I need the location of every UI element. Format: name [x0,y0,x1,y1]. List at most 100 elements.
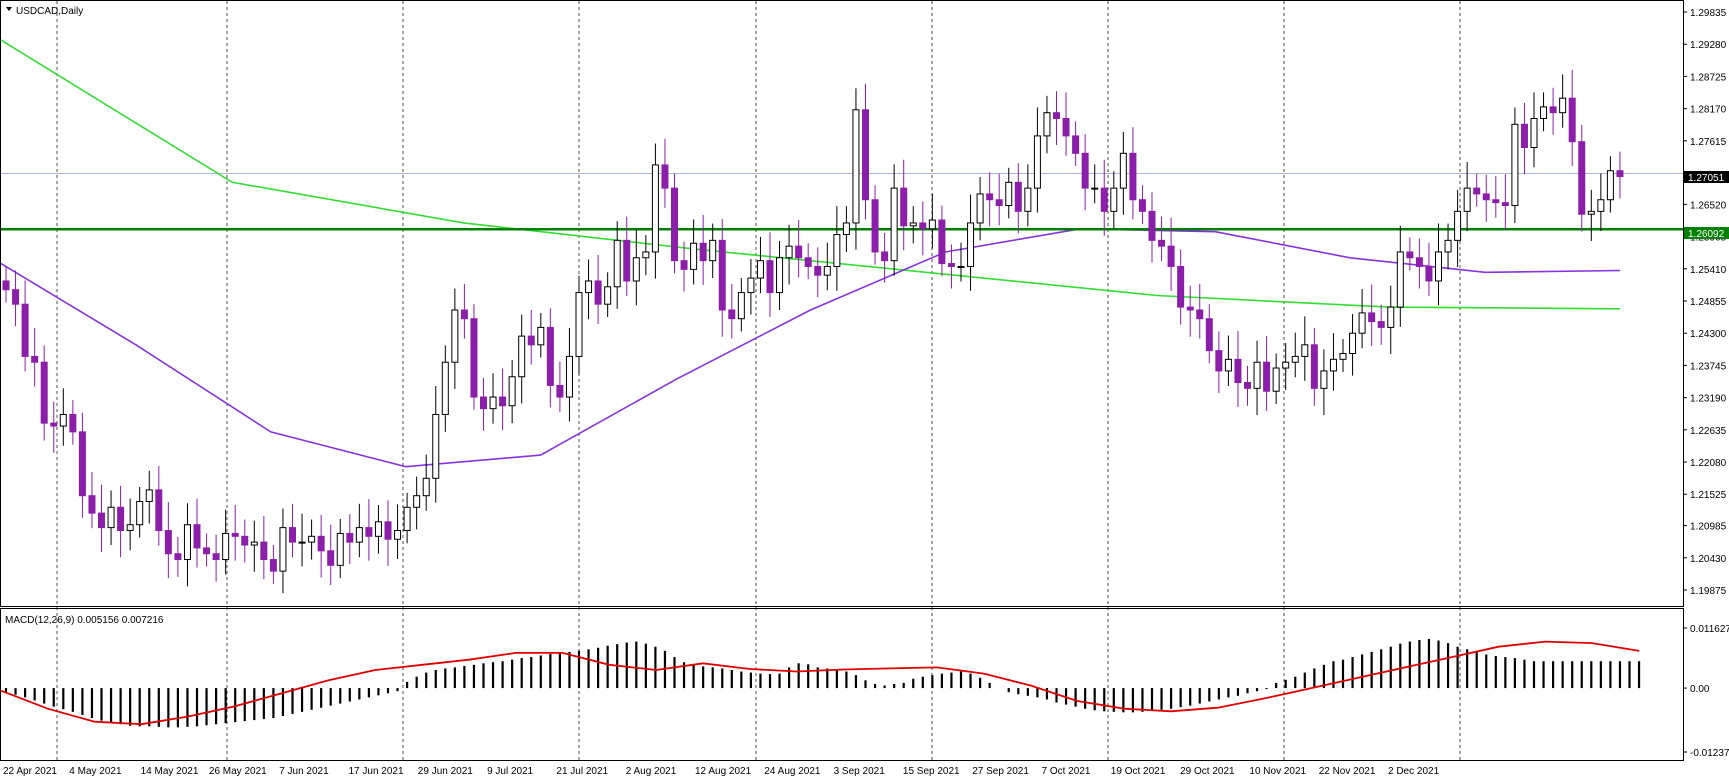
candle-body [1272,367,1280,392]
candle-body [747,277,755,294]
candle-body [336,532,344,566]
candle-body [1148,210,1156,241]
candle-body [919,222,927,230]
candle-body [1559,97,1567,114]
y-tick-label: 1.19875 [1690,586,1727,597]
x-tick-label: 10 Nov 2021 [1249,766,1306,777]
candle-body [289,527,296,543]
candle-body [1568,97,1576,143]
candle-body [900,187,908,227]
time-axis: 22 Apr 2021 4 May 2021 14 May 2021 26 May 2… [3,766,1440,777]
candle-body [1224,358,1232,372]
y-tick-label: 1.25410 [1690,265,1727,276]
candle-body [260,541,268,561]
candle-body [1053,112,1060,119]
candle-body [976,193,984,224]
candle-body [1425,265,1433,282]
candle-body [995,199,1003,207]
candle-body [78,431,86,497]
candle-body [575,292,583,357]
candle-body [1463,187,1471,212]
candle-body [947,263,955,267]
candle-body [126,524,134,532]
candle-body [1186,306,1194,311]
candle-body [1081,152,1089,189]
candle-body [690,242,698,270]
candle-body [365,527,373,537]
candle-body [718,239,726,311]
x-tick-label: 9 Jul 2021 [487,766,534,777]
candle-body [1282,361,1290,369]
candle-body [1310,344,1318,389]
candle-body [967,222,975,267]
candle-body [1587,210,1595,215]
candle-body [804,257,812,267]
candle-body [537,326,545,346]
candle-body [317,535,325,552]
y-tick-label: 1.28170 [1690,105,1727,116]
usdcad-daily-chart[interactable]: 1.29835 1.29280 1.28725 1.28170 1.27615 1.265… [0,0,1729,781]
candle-body [12,289,20,305]
candle-body [1005,181,1013,207]
candle-body [556,384,564,398]
candle-body [1606,170,1614,201]
candle-body [709,239,717,262]
candle-body [1158,239,1166,247]
candle-body [1454,210,1462,241]
y-tick-label: 1.29280 [1690,40,1727,51]
candle-body [881,251,889,262]
candle-body [460,309,468,320]
candle-body [1444,239,1452,253]
support-price-tag: 1.26092 [1684,227,1729,240]
candle-body [661,164,669,189]
candle-body [1215,350,1223,372]
candle-body [31,355,39,363]
candle-body [728,309,736,320]
candle-body [527,335,535,346]
candle-body [1530,117,1538,149]
y-tick-label: 1.20985 [1690,522,1727,533]
macd-pane-frame [0,608,1684,761]
candle-body [203,547,211,555]
candle-body [441,361,449,415]
x-tick-label: 4 May 2021 [69,766,122,777]
candle-body [909,222,917,227]
candle-body [136,501,144,526]
candle-body [1177,265,1185,308]
price-axis: 1.29835 1.29280 1.28725 1.28170 1.27615 1.265… [1683,8,1727,597]
candle-body [1167,245,1175,267]
y-tick-label: 1.27615 [1690,137,1727,148]
candle-body [1263,361,1271,392]
candle-body [938,219,946,265]
candle-body [422,477,430,497]
x-tick-label: 29 Oct 2021 [1180,766,1235,777]
macd-label: MACD(12,26,9) 0.005156 0.007216 [5,615,164,626]
candle-body [680,260,688,270]
y-tick-label: 1.22080 [1690,458,1727,469]
y-tick-label: 1.22635 [1690,426,1727,437]
candle-body [250,541,258,546]
candle-body [1024,187,1032,212]
candle-body [1043,112,1051,137]
candle-body [88,495,96,514]
candle-body [384,521,392,540]
x-tick-label: 24 Aug 2021 [764,766,821,777]
candle-body [814,265,822,276]
candle-body [565,355,573,398]
support-price-text: 1.26092 [1688,229,1725,240]
candle-body [986,193,994,201]
candle-body [59,413,67,427]
candle-body [1387,306,1395,328]
candle-body [1415,257,1423,267]
candle-body [785,245,793,259]
candle-body [432,413,440,479]
candle-body [117,506,125,532]
candle-body [508,376,516,407]
x-tick-label: 22 Nov 2021 [1319,766,1376,777]
candle-body [499,396,507,407]
candle-body [623,239,631,282]
candle-body [451,309,459,363]
candle-body [1349,332,1357,355]
candle-body [1253,361,1261,389]
candle-body [928,219,936,230]
